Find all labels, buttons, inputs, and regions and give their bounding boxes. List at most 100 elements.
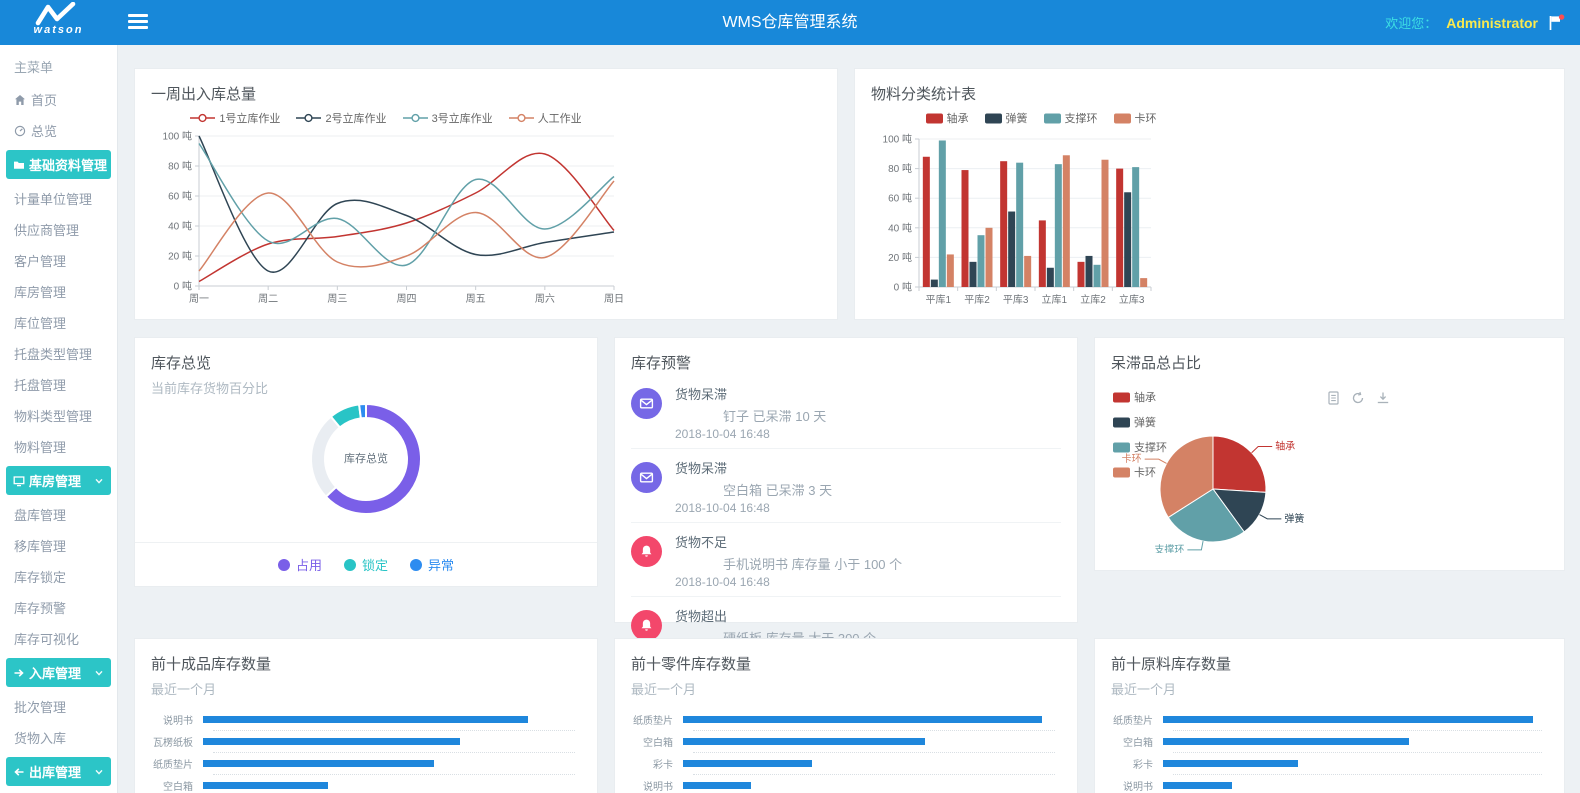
hbar-value — [683, 782, 751, 789]
svg-text:80 吨: 80 吨 — [888, 162, 912, 175]
hamburger-icon[interactable] — [128, 14, 148, 30]
hbar-row: 纸质垫片 — [1111, 712, 1548, 727]
watson-logo[interactable]: watson — [0, 0, 117, 45]
sidebar-item[interactable]: 客户管理 — [0, 245, 117, 276]
brand-text: watson — [0, 24, 117, 36]
svg-text:立库3: 立库3 — [1119, 293, 1145, 306]
legend-item[interactable]: 异常 — [410, 555, 454, 574]
sidebar-item-label: 物料管理 — [14, 437, 66, 456]
chevron-down-icon — [94, 476, 104, 486]
legend-item[interactable]: 弹簧 — [985, 110, 1028, 126]
monitor-icon — [13, 475, 25, 487]
pie-chart-area: 轴承弹簧支撑环卡环 轴承弹簧支撑环卡环 — [1111, 377, 1548, 553]
legend-item[interactable]: 人工作业 — [509, 110, 582, 126]
legend-dot — [410, 559, 422, 571]
main-content: 一周出入库总量 1号立库作业2号立库作业3号立库作业人工作业 0 吨20 吨40… — [119, 45, 1580, 793]
svg-text:40 吨: 40 吨 — [888, 221, 912, 234]
hbar-track — [1163, 738, 1548, 745]
sidebar-item[interactable]: 库房管理 — [0, 276, 117, 307]
alert-list: 货物呆滞钉子 已呆滞 10 天2018-10-04 16:48货物呆滞空白箱 已… — [631, 375, 1061, 670]
donut-legend: 占用 锁定 异常 — [135, 542, 597, 586]
hbar-label: 纸质垫片 — [151, 756, 203, 771]
bell-icon — [631, 610, 662, 641]
card-subtitle: 最近一个月 — [631, 679, 1061, 698]
sidebar-item[interactable]: 库存锁定 — [0, 561, 117, 592]
legend-item[interactable]: 支撑环 — [1044, 110, 1098, 126]
sidebar-item[interactable]: 批次管理 — [0, 691, 117, 722]
sidebar-item-label: 库存可视化 — [14, 629, 79, 648]
sidebar-item[interactable]: 托盘类型管理 — [0, 338, 117, 369]
alert-desc: 钉子 已呆滞 10 天 — [723, 406, 826, 425]
bar — [1116, 168, 1123, 286]
card-inventory-alerts: 库存预警 货物呆滞钉子 已呆滞 10 天2018-10-04 16:48货物呆滞… — [614, 337, 1078, 623]
sidebar-item[interactable]: 移库管理 — [0, 530, 117, 561]
alert-body: 货物呆滞钉子 已呆滞 10 天2018-10-04 16:48 — [675, 384, 826, 441]
sidebar-item-label: 盘库管理 — [14, 505, 66, 524]
sidebar-item[interactable]: 盘库管理 — [0, 499, 117, 530]
sidebar-item[interactable]: 库位管理 — [0, 307, 117, 338]
card-stagnant-share: 呆滞品总占比 轴承弹簧支撑环卡环 轴承弹簧支撑环卡环 — [1094, 337, 1565, 571]
sidebar-item[interactable]: 库存可视化 — [0, 623, 117, 654]
hbar-label: 空白箱 — [1111, 734, 1163, 749]
sidebar-item[interactable]: 货物入库 — [0, 722, 117, 753]
sidebar-group[interactable]: 出库管理 — [6, 757, 111, 786]
hbar-label: 空白箱 — [631, 734, 683, 749]
arrow-right-icon — [13, 667, 25, 679]
username[interactable]: Administrator — [1446, 15, 1538, 31]
sidebar-item[interactable]: 库存预警 — [0, 592, 117, 623]
welcome-label: 欢迎您： — [1385, 13, 1437, 32]
sidebar-item[interactable]: 供应商管理 — [0, 214, 117, 245]
sidebar-item[interactable]: 托盘管理 — [0, 369, 117, 400]
legend-item[interactable]: 2号立库作业 — [296, 110, 386, 126]
legend-label: 2号立库作业 — [325, 110, 386, 126]
sidebar-item[interactable]: 物料管理 — [0, 431, 117, 462]
alert-item[interactable]: 货物呆滞钉子 已呆滞 10 天2018-10-04 16:48 — [631, 375, 1061, 449]
material-bar-chart: 0 吨20 吨40 吨60 吨80 吨100 吨平库1平库2平库3立库1立库2立… — [871, 129, 1531, 325]
sidebar-group[interactable]: 库房管理 — [6, 466, 111, 495]
legend-item[interactable]: 3号立库作业 — [403, 110, 493, 126]
bar — [1124, 192, 1131, 287]
hbar-divider — [693, 774, 1055, 775]
card-title: 前十原料库存数量 — [1111, 653, 1548, 674]
sidebar-item-label: 托盘管理 — [14, 375, 66, 394]
hbar-value — [683, 716, 1042, 723]
bar — [1094, 264, 1101, 286]
legend-item[interactable]: 锁定 — [344, 555, 388, 574]
sidebar-group-label: 基础资料管理 — [29, 155, 107, 174]
hbar-value — [203, 760, 434, 767]
inventory-donut-chart: 库存总览 — [151, 399, 581, 549]
legend-label: 支撑环 — [1065, 110, 1098, 126]
sidebar-item[interactable]: 计量单位管理 — [0, 183, 117, 214]
notification-flag-icon[interactable] — [1547, 14, 1566, 31]
hbar-track — [203, 782, 581, 789]
folder-icon — [13, 159, 25, 171]
alert-item[interactable]: 货物呆滞空白箱 已呆滞 3 天2018-10-04 16:48 — [631, 449, 1061, 523]
legend-item[interactable]: 卡环 — [1114, 110, 1157, 126]
svg-text:平库3: 平库3 — [1003, 293, 1029, 306]
home-icon — [14, 94, 26, 106]
alert-time: 2018-10-04 16:48 — [675, 501, 832, 515]
legend-item[interactable]: 1号立库作业 — [190, 110, 280, 126]
sidebar-group[interactable]: 基础资料管理 — [6, 150, 111, 179]
card-title: 呆滞品总占比 — [1111, 352, 1548, 373]
finished-hbar-chart: 说明书瓦楞纸板纸质垫片空白箱 — [151, 712, 581, 793]
alert-item[interactable]: 货物不足手机说明书 库存量 小于 100 个2018-10-04 16:48 — [631, 523, 1061, 597]
hbar-track — [203, 716, 581, 723]
svg-text:60 吨: 60 吨 — [888, 191, 912, 204]
sidebar-item-label: 托盘类型管理 — [14, 344, 92, 363]
svg-text:100 吨: 100 吨 — [883, 132, 912, 145]
sidebar-item[interactable]: 物料类型管理 — [0, 400, 117, 431]
sidebar-item[interactable]: 总览 — [0, 115, 117, 146]
legend-item[interactable]: 占用 — [278, 555, 322, 574]
hbar-divider — [1173, 774, 1542, 775]
topbar: watson WMS仓库管理系统 欢迎您： Administrator — [0, 0, 1580, 45]
bar — [970, 261, 977, 286]
alert-title: 货物呆滞 — [675, 458, 832, 477]
hbar-label: 瓦楞纸板 — [151, 734, 203, 749]
hbar-track — [1163, 716, 1548, 723]
sidebar-group[interactable]: 入库管理 — [6, 658, 111, 687]
hbar-label: 彩卡 — [1111, 756, 1163, 771]
sidebar-item[interactable]: 首页 — [0, 84, 117, 115]
legend-item[interactable]: 轴承 — [926, 110, 969, 126]
sidebar-item-label: 货物入库 — [14, 728, 66, 747]
